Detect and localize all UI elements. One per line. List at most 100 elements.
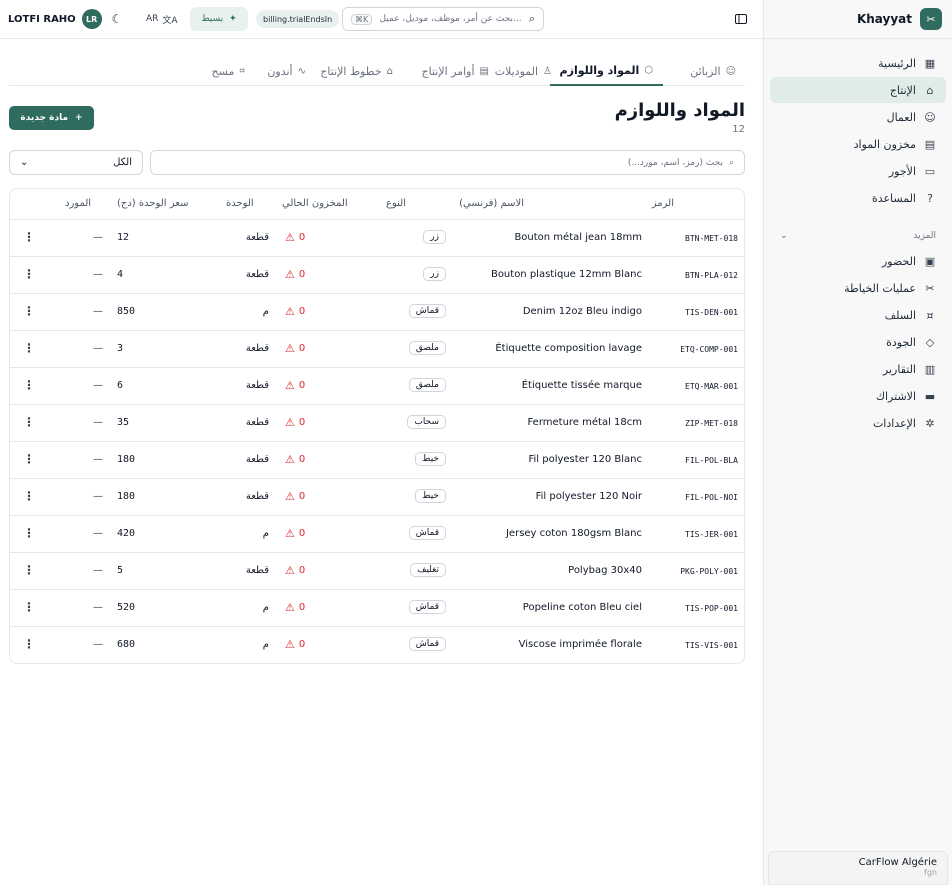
sidebar-item[interactable]: مخزون المواد ▤ <box>770 131 946 157</box>
user-menu[interactable]: LOTFI RAHO LR <box>8 7 102 31</box>
stock-number: 0 <box>298 417 306 428</box>
column-stock[interactable]: المخزون الحالي <box>282 198 348 209</box>
shirt-icon: ♙ <box>543 66 552 77</box>
more-vertical-icon[interactable]: ⋮ <box>23 526 35 540</box>
section-tabs: الزبائن ☺ المواد واللوازم ⬡ الموديلات ♙ أوا… <box>9 57 745 86</box>
alert-triangle-icon: ⚠ <box>285 342 295 355</box>
tab-materials[interactable]: المواد واللوازم ⬡ <box>549 57 663 86</box>
unit-price: 850 <box>117 306 136 317</box>
hand-coins-icon: ¤ <box>926 308 934 322</box>
more-vertical-icon[interactable]: ⋮ <box>23 415 35 429</box>
column-unit[interactable]: الوحدة <box>226 198 254 209</box>
more-vertical-icon[interactable]: ⋮ <box>23 267 35 281</box>
material-type-badge: قماش <box>408 637 446 651</box>
more-vertical-icon[interactable]: ⋮ <box>23 600 35 614</box>
sidebar-nav-more: الحضور ▣ عمليات الخياطة ✂ السلف ¤ الجودة ◇ التقا… <box>764 245 952 436</box>
table-row[interactable]: FIL-POL-BLA Fil polyester 120 Blanc خيط ⚠ 0 ق… <box>10 442 744 479</box>
sidebar-item[interactable]: الرئيسية ▦ <box>770 50 946 76</box>
user-name: LOTFI RAHO <box>8 13 76 25</box>
table-row[interactable]: TIS-POP-001 Popeline coton Bleu ciel قماش ⚠… <box>10 590 744 627</box>
new-material-label: مادة جديدة <box>20 113 69 123</box>
table-header: الرمز الاسم (فرنسي) النوع المخزون الحالي… <box>10 189 744 220</box>
table-row[interactable]: BTN-MET-018 Bouton métal jean 18mm زر ⚠ 0 قطع… <box>10 220 744 257</box>
tab-scan[interactable]: مسح ⌗ <box>212 57 245 86</box>
language-switcher[interactable]: AR 文A <box>146 7 178 31</box>
tab-models[interactable]: الموديلات ♙ <box>495 57 552 86</box>
supplier: — <box>93 602 103 613</box>
new-material-button[interactable]: مادة جديدة + <box>9 106 94 130</box>
type-filter-select[interactable]: ⌄ الكل <box>9 150 143 175</box>
type-filter-value: الكل <box>113 157 132 168</box>
sidebar-item[interactable]: السلف ¤ <box>770 302 946 328</box>
sidebar-toggle-icon[interactable] <box>734 7 748 31</box>
package-icon: ⬡ <box>644 65 653 76</box>
tab-label: الموديلات <box>494 65 539 78</box>
item-count: 12 <box>732 124 745 135</box>
column-name[interactable]: الاسم (فرنسي) <box>459 198 524 209</box>
table-row[interactable]: TIS-JER-001 Jersey coton 180gsm Blanc قماش… <box>10 516 744 553</box>
supplier: — <box>93 491 103 502</box>
material-name: Fermeture métal 18cm <box>527 417 642 428</box>
more-vertical-icon[interactable]: ⋮ <box>23 637 35 651</box>
material-code: BTN-MET-018 <box>685 234 738 243</box>
more-vertical-icon[interactable]: ⋮ <box>23 489 35 503</box>
tab-customers[interactable]: الزبائن ☺ <box>690 57 736 86</box>
material-code: TIS-POP-001 <box>685 604 738 613</box>
unit: قطعة <box>245 491 269 502</box>
table-row[interactable]: FIL-POL-NOI Fil polyester 120 Noir خيط ⚠ 0 قط… <box>10 479 744 516</box>
stock-value: ⚠ 0 <box>285 231 305 244</box>
sidebar-section-more[interactable]: ⌄ المزيد <box>764 227 952 245</box>
table-row[interactable]: ETQ-MAR-001 Étiquette tissée marque ملصق ⚠ 0… <box>10 368 744 405</box>
sidebar-item[interactable]: المساعدة? <box>770 185 946 211</box>
unit: قطعة <box>245 380 269 391</box>
column-code[interactable]: الرمز <box>652 198 674 209</box>
material-type-badge: زر <box>423 230 446 244</box>
column-price[interactable]: سعر الوحدة (دج) <box>117 198 188 209</box>
table-row[interactable]: TIS-DEN-001 Denim 12oz Bleu indigo قماش ⚠ 0 م… <box>10 294 744 331</box>
more-vertical-icon[interactable]: ⋮ <box>23 230 35 244</box>
more-vertical-icon[interactable]: ⋮ <box>23 304 35 318</box>
alert-triangle-icon: ⚠ <box>285 379 295 392</box>
theme-toggle-moon-icon[interactable]: ☾ <box>110 7 124 31</box>
materials-search-input[interactable]: بحث (رمز، اسم، مورد...) ⌕ <box>150 150 745 175</box>
plan-badge[interactable]: بسيط ✦ <box>190 7 248 31</box>
translate-icon: 文A <box>162 15 178 26</box>
sidebar-item[interactable]: الاشتراك ▬ <box>770 383 946 409</box>
scan-icon: ⌗ <box>239 66 245 77</box>
tab-andon[interactable]: أندون ∿ <box>267 57 306 86</box>
table-row[interactable]: ETQ-COMP-001 Étiquette composition lavage… <box>10 331 744 368</box>
more-vertical-icon[interactable]: ⋮ <box>23 563 35 577</box>
shortcut-badge: ⌘K <box>351 13 373 25</box>
table-row[interactable]: BTN-PLA-012 Bouton plastique 12mm Blanc زر… <box>10 257 744 294</box>
column-type[interactable]: النوع <box>386 198 406 209</box>
sidebar-item[interactable]: الأجور ▭ <box>770 158 946 184</box>
unit-price: 12 <box>117 232 130 243</box>
material-code: ETQ-MAR-001 <box>685 382 738 391</box>
organization-card[interactable]: CarFlow Algérie fgn <box>768 851 948 885</box>
global-search-placeholder: بحث عن أمر، موظف، موديل، عميل... <box>379 14 522 24</box>
more-vertical-icon[interactable]: ⋮ <box>23 341 35 355</box>
sidebar-item[interactable]: عمليات الخياطة ✂ <box>770 275 946 301</box>
sidebar-item[interactable]: العمال ☺ <box>770 104 946 130</box>
sidebar-item[interactable]: الإعدادات ✲ <box>770 410 946 436</box>
sidebar-item[interactable]: الجودة ◇ <box>770 329 946 355</box>
sidebar-item[interactable]: التقارير ▥ <box>770 356 946 382</box>
brand[interactable]: Khayyat ✂ <box>764 0 952 39</box>
plus-icon: + <box>75 113 83 123</box>
table-row[interactable]: TIS-VIS-001 Viscose imprimée florale قماش ⚠… <box>10 627 744 663</box>
global-search[interactable]: ⌘K بحث عن أمر، موظف، موديل، عميل... ⌕ <box>342 7 544 31</box>
table-row[interactable]: PKG-POLY-001 Polybag 30x40 تغليف ⚠ 0 قطعة 5 — ⋮ <box>10 553 744 590</box>
sidebar-item[interactable]: الإنتاج ⌂ <box>770 77 946 103</box>
material-code: BTN-PLA-012 <box>685 271 738 280</box>
column-supplier[interactable]: المورد <box>65 198 91 209</box>
more-vertical-icon[interactable]: ⋮ <box>23 452 35 466</box>
tab-production-orders[interactable]: أوامر الإنتاج ▤ <box>422 57 490 86</box>
tab-production-lines[interactable]: خطوط الإنتاج ⌂ <box>320 57 393 86</box>
supplier: — <box>93 454 103 465</box>
alert-triangle-icon: ⚠ <box>285 268 295 281</box>
material-name: Bouton plastique 12mm Blanc <box>490 269 642 280</box>
sidebar-item[interactable]: الحضور ▣ <box>770 248 946 274</box>
material-type-badge: سحاب <box>407 415 446 429</box>
more-vertical-icon[interactable]: ⋮ <box>23 378 35 392</box>
table-row[interactable]: ZIP-MET-018 Fermeture métal 18cm سحاب ⚠ 0 قطع… <box>10 405 744 442</box>
